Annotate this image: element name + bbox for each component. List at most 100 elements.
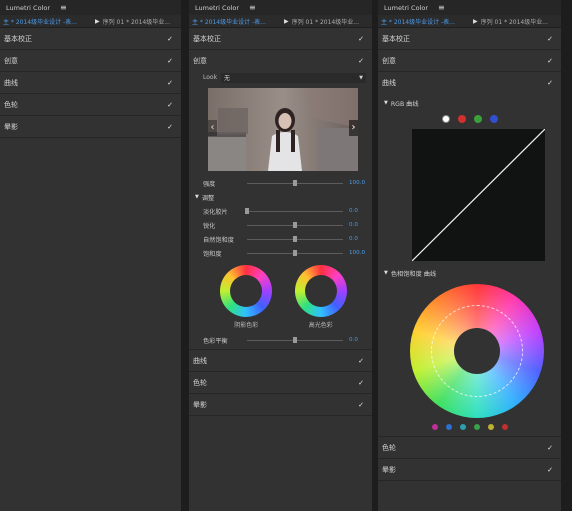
- play-arrow-icon[interactable]: ▶: [284, 18, 289, 25]
- section-vignette[interactable]: 晕影 ✓: [0, 116, 181, 138]
- triangle-down-icon: ▼: [384, 270, 388, 276]
- section-creative[interactable]: 创意 ✓: [0, 50, 181, 72]
- swatch-magenta[interactable]: [431, 424, 438, 430]
- hamburger-menu-icon[interactable]: ≡: [60, 3, 67, 12]
- check-icon[interactable]: ✓: [167, 123, 173, 131]
- section-basic-correction[interactable]: 基本校正 ✓: [378, 28, 561, 50]
- swatch-cyan[interactable]: [459, 424, 466, 430]
- swatch-blue[interactable]: [445, 424, 452, 430]
- section-basic-correction[interactable]: 基本校正 ✓: [189, 28, 372, 50]
- look-dropdown[interactable]: 无 ▼: [221, 72, 366, 83]
- tab-master-clip[interactable]: 主 * 2014级毕业设计 -表...: [378, 17, 470, 26]
- curve-line[interactable]: [411, 128, 546, 262]
- tab-sequence-clip[interactable]: 序列 01 * 2014级毕业...: [292, 17, 359, 26]
- check-icon[interactable]: ✓: [358, 379, 364, 387]
- slider-thumb[interactable]: [293, 221, 297, 228]
- slider-thumb[interactable]: [293, 336, 297, 343]
- section-creative[interactable]: 创意 ✓: [189, 50, 372, 72]
- swatch-green[interactable]: [473, 424, 480, 430]
- slider-thumb[interactable]: [245, 207, 249, 214]
- swatch-yellow[interactable]: [487, 424, 494, 430]
- section-vignette[interactable]: 晕影 ✓: [189, 394, 372, 416]
- slider-thumb[interactable]: [293, 179, 297, 186]
- swatch-red[interactable]: [501, 424, 508, 430]
- check-icon[interactable]: ✓: [358, 35, 364, 43]
- previous-look-icon[interactable]: ‹: [208, 120, 217, 136]
- hue-saturation-label: 色相饱和度 曲线: [390, 270, 437, 278]
- next-look-icon[interactable]: ›: [349, 120, 358, 136]
- triangle-down-icon: ▼: [384, 100, 388, 106]
- check-icon[interactable]: ✓: [358, 57, 364, 65]
- section-label: 基本校正: [193, 34, 221, 43]
- panel-gutter: [561, 0, 572, 511]
- section-color-wheels[interactable]: 色轮 ✓: [378, 437, 561, 459]
- slider-thumb[interactable]: [293, 235, 297, 242]
- panel-title: Lumetri Color: [195, 3, 240, 12]
- tab-sequence-clip[interactable]: 序列 01 * 2014级毕业...: [103, 17, 170, 26]
- section-label: 创意: [382, 56, 396, 65]
- hue-saturation-header[interactable]: ▼ 色相饱和度 曲线: [378, 266, 561, 280]
- check-icon[interactable]: ✓: [547, 35, 553, 43]
- section-basic-correction[interactable]: 基本校正 ✓: [0, 28, 181, 50]
- shadow-color-wheel[interactable]: [220, 265, 273, 317]
- check-icon[interactable]: ✓: [547, 444, 553, 452]
- check-icon[interactable]: ✓: [167, 79, 173, 87]
- vibrance-row: 自然饱和度 0.0: [189, 232, 372, 246]
- section-curves[interactable]: 曲线 ✓: [0, 72, 181, 94]
- highlight-color-wheel[interactable]: [294, 265, 347, 317]
- saturation-slider[interactable]: [247, 249, 343, 256]
- slider-thumb[interactable]: [293, 249, 297, 256]
- tab-master-clip[interactable]: 主 * 2014级毕业设计 -表...: [189, 17, 281, 26]
- check-icon[interactable]: ✓: [547, 79, 553, 87]
- section-creative[interactable]: 创意 ✓: [378, 50, 561, 72]
- check-icon[interactable]: ✓: [358, 357, 364, 365]
- tab-sequence-clip[interactable]: 序列 01 * 2014级毕业...: [481, 17, 548, 26]
- channel-green[interactable]: [473, 115, 482, 123]
- section-curves[interactable]: 曲线 ✓: [378, 72, 561, 94]
- fade-value[interactable]: 0.0: [349, 208, 358, 214]
- check-icon[interactable]: ✓: [167, 35, 173, 43]
- adjustments-label: 调整: [201, 194, 215, 202]
- rgb-curve-graph[interactable]: [411, 128, 546, 262]
- hamburger-menu-icon[interactable]: ≡: [249, 3, 256, 12]
- lumetri-panel-collapsed: Lumetri Color ≡ 主 * 2014级毕业设计 -表... ▶ 序列…: [0, 0, 181, 511]
- intensity-value[interactable]: 100.0: [349, 180, 365, 186]
- section-curves[interactable]: 曲线 ✓: [189, 350, 372, 372]
- saturation-value[interactable]: 100.0: [349, 250, 365, 256]
- panel-gutter: [181, 0, 189, 511]
- shadow-tint-wheel[interactable]: 阴影色彩: [220, 265, 273, 329]
- hue-saturation-wheel[interactable]: [410, 284, 544, 418]
- sharpen-slider[interactable]: [247, 221, 343, 228]
- vibrance-value[interactable]: 0.0: [349, 236, 358, 242]
- channel-white[interactable]: [441, 115, 450, 123]
- look-preview: ‹ ›: [208, 88, 358, 171]
- section-label: 曲线: [382, 79, 396, 87]
- tint-balance-value[interactable]: 0.0: [349, 337, 358, 343]
- highlight-tint-wheel[interactable]: 高光色彩: [294, 265, 347, 329]
- check-icon[interactable]: ✓: [547, 57, 553, 65]
- channel-blue[interactable]: [489, 115, 498, 123]
- section-color-wheels[interactable]: 色轮 ✓: [0, 94, 181, 116]
- check-icon[interactable]: ✓: [547, 466, 553, 474]
- vibrance-slider[interactable]: [247, 235, 343, 242]
- play-arrow-icon[interactable]: ▶: [473, 18, 478, 25]
- sharpen-value[interactable]: 0.0: [349, 222, 358, 228]
- rgb-curves-header[interactable]: ▼ RGB 曲线: [378, 96, 561, 110]
- adjustments-header[interactable]: ▼ 调整: [189, 190, 372, 204]
- section-color-wheels[interactable]: 色轮 ✓: [189, 372, 372, 394]
- tint-balance-slider[interactable]: [247, 336, 343, 343]
- check-icon[interactable]: ✓: [358, 401, 364, 409]
- fade-slider[interactable]: [245, 207, 343, 214]
- tab-master-clip[interactable]: 主 * 2014级毕业设计 -表...: [0, 17, 92, 26]
- section-label: 色轮: [4, 100, 18, 109]
- intensity-slider[interactable]: [247, 179, 343, 186]
- channel-red[interactable]: [457, 115, 466, 123]
- check-icon[interactable]: ✓: [167, 101, 173, 109]
- clip-tabs: 主 * 2014级毕业设计 -表... ▶ 序列 01 * 2014级毕业...: [0, 15, 181, 28]
- check-icon[interactable]: ✓: [167, 57, 173, 65]
- play-arrow-icon[interactable]: ▶: [95, 18, 100, 25]
- section-vignette[interactable]: 晕影 ✓: [378, 459, 561, 481]
- hamburger-menu-icon[interactable]: ≡: [438, 3, 445, 12]
- look-value: 无: [224, 75, 231, 82]
- tint-wheels: 阴影色彩 高光色彩: [209, 265, 358, 329]
